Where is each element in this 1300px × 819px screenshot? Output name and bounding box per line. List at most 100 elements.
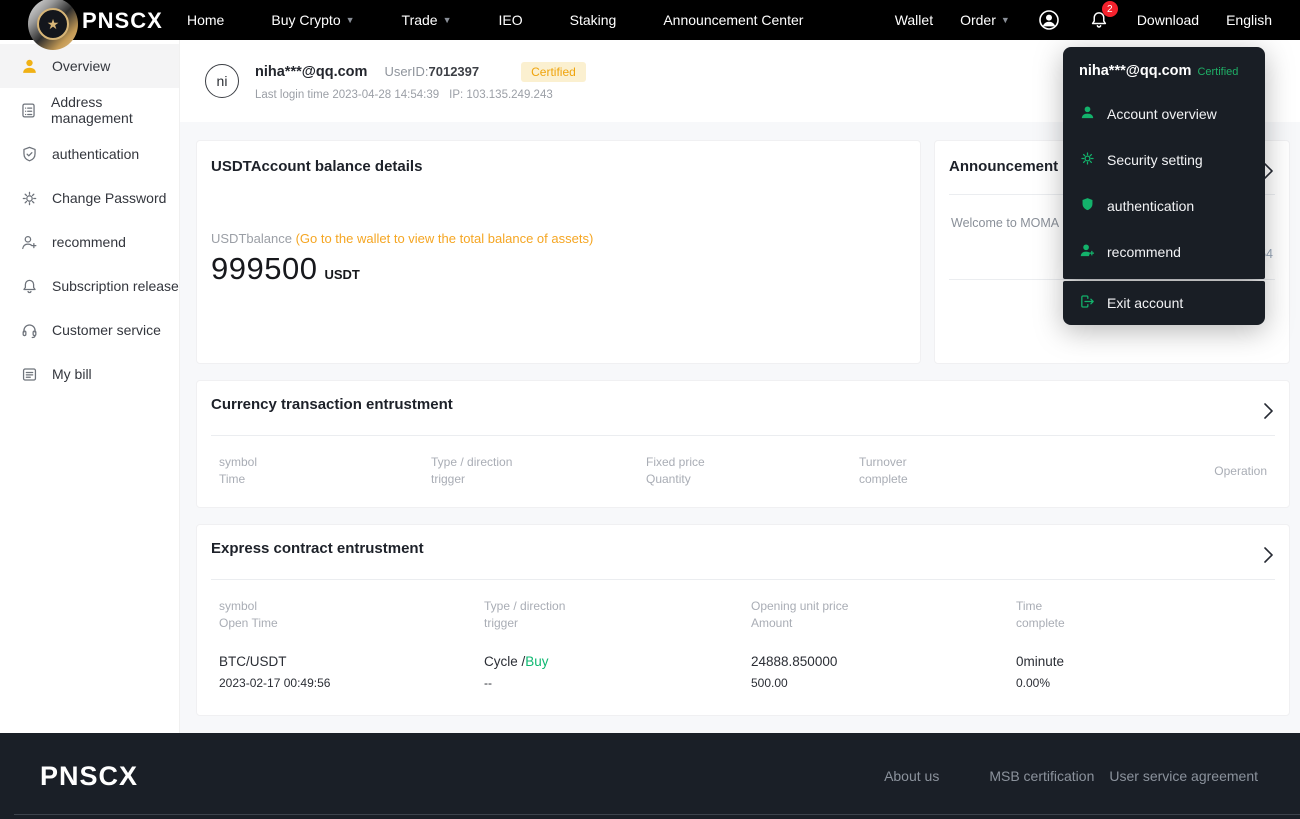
- footer: PNSCX About us MSB certification User se…: [0, 733, 1300, 819]
- dropdown-item-recommend[interactable]: recommend: [1079, 229, 1249, 275]
- table-row: BTC/USDT 2023-02-17 00:49:56 Cycle /Buy …: [219, 653, 1267, 692]
- express-section-title: Express contract entrustment: [211, 525, 1275, 557]
- user-id-label: UserID:: [384, 64, 428, 79]
- balance-amount: 999500: [211, 251, 317, 287]
- nav-right: Wallet Order▼ 2 Download English: [895, 8, 1272, 32]
- row-symbol: BTC/USDT: [219, 653, 484, 671]
- nav-item-staking[interactable]: Staking: [570, 12, 617, 28]
- nav-item-order[interactable]: Order▼: [960, 12, 1010, 28]
- announcement-item[interactable]: Welcome to MOMA: [951, 216, 1059, 230]
- nav-item-ieo[interactable]: IEO: [499, 12, 523, 28]
- sidebar-item-label: Change Password: [52, 190, 166, 206]
- sidebar-item-my-bill[interactable]: My bill: [0, 352, 179, 396]
- gear-icon: [1079, 150, 1096, 170]
- wallet-hint-link[interactable]: (Go to the wallet to view the total bala…: [296, 231, 594, 246]
- dropdown-item-authentication[interactable]: authentication: [1079, 183, 1249, 229]
- chevron-right-icon[interactable]: [1264, 403, 1273, 424]
- sidebar-item-label: recommend: [52, 234, 126, 250]
- row-complete: 0.00%: [1016, 674, 1267, 692]
- sidebar-item-overview[interactable]: Overview: [0, 44, 179, 88]
- bell-icon: [19, 276, 39, 296]
- nav-item-buy-crypto[interactable]: Buy Crypto▼: [271, 12, 354, 28]
- coin-logo-icon: ★: [28, 0, 78, 50]
- user-plus-icon: [19, 232, 39, 252]
- row-time: 0minute: [1016, 653, 1267, 671]
- row-amount: 500.00: [751, 674, 1016, 692]
- logo[interactable]: ★ PNSCX: [0, 0, 160, 40]
- currency-table-header: symbolTime Type / directiontrigger Fixed…: [219, 454, 1267, 488]
- user-id-value: 7012397: [429, 64, 480, 79]
- chevron-right-icon[interactable]: [1264, 163, 1273, 184]
- chevron-down-icon: ▼: [443, 16, 452, 25]
- last-login-time: Last login time 2023-04-28 14:54:39: [255, 89, 439, 101]
- page: ★ PNSCX Home Buy Crypto▼ Trade▼ IEO Stak…: [0, 0, 1300, 819]
- nav-item-language[interactable]: English: [1226, 12, 1272, 28]
- nav-item-announcement-center[interactable]: Announcement Center: [663, 12, 803, 28]
- bill-icon: [19, 364, 39, 384]
- sidebar-item-label: authentication: [52, 146, 139, 162]
- balance-label: USDTbalance: [211, 231, 292, 246]
- user-plus-icon: [1079, 242, 1096, 262]
- chevron-down-icon: ▼: [1001, 16, 1010, 25]
- sidebar-item-authentication[interactable]: authentication: [0, 132, 179, 176]
- sidebar-item-recommend[interactable]: recommend: [0, 220, 179, 264]
- shield-check-icon: [19, 144, 39, 164]
- headset-icon: [19, 320, 39, 340]
- sidebar-item-label: Subscription release: [52, 278, 179, 294]
- dropdown-item-exit-account[interactable]: Exit account: [1063, 281, 1265, 325]
- row-trigger: --: [484, 674, 751, 692]
- currency-entrustment-card: Currency transaction entrustment symbolT…: [196, 380, 1290, 508]
- express-table-header: symbolOpen Time Type / directiontrigger …: [219, 598, 1267, 632]
- account-dropdown: niha***@qq.com Certified Account overvie…: [1063, 47, 1265, 325]
- currency-section-title: Currency transaction entrustment: [211, 381, 1275, 413]
- user-icon: [1079, 104, 1096, 124]
- avatar: ni: [205, 64, 239, 98]
- nav-menu: Home Buy Crypto▼ Trade▼ IEO Staking Anno…: [187, 12, 803, 28]
- nav-item-trade[interactable]: Trade▼: [402, 12, 452, 28]
- sidebar-item-label: Address management: [51, 94, 179, 126]
- sidebar-item-label: Customer service: [52, 322, 161, 338]
- footer-link-user-service-agreement[interactable]: User service agreement: [1109, 768, 1258, 784]
- notification-bell-icon[interactable]: 2: [1088, 9, 1110, 31]
- sidebar-item-label: My bill: [52, 366, 92, 382]
- gear-icon: [19, 188, 39, 208]
- balance-card: USDTAccount balance details USDTbalance …: [196, 140, 921, 364]
- operation-header: Operation: [1214, 463, 1267, 480]
- footer-links: About us MSB certification User service …: [884, 768, 1258, 784]
- row-open-time: 2023-02-17 00:49:56: [219, 674, 484, 692]
- dropdown-item-security-setting[interactable]: Security setting: [1079, 137, 1249, 183]
- sidebar-item-change-password[interactable]: Change Password: [0, 176, 179, 220]
- sidebar-item-customer-service[interactable]: Customer service: [0, 308, 179, 352]
- footer-divider: [14, 814, 1300, 815]
- user-email: niha***@qq.com: [255, 64, 367, 80]
- brand-name[interactable]: PNSCX: [82, 8, 163, 34]
- chevron-down-icon: ▼: [346, 16, 355, 25]
- notification-count-badge: 2: [1102, 1, 1118, 17]
- express-entrustment-card: Express contract entrustment symbolOpen …: [196, 524, 1290, 716]
- shield-icon: [1079, 196, 1096, 216]
- nav-item-home[interactable]: Home: [187, 12, 224, 28]
- user-icon: [19, 56, 39, 76]
- footer-link-about-us[interactable]: About us: [884, 768, 939, 784]
- dropdown-item-account-overview[interactable]: Account overview: [1079, 91, 1249, 137]
- balance-unit: USDT: [324, 267, 359, 282]
- balance-card-title: USDTAccount balance details: [211, 158, 906, 175]
- address-list-icon: [19, 100, 38, 120]
- sidebar-item-label: Overview: [52, 58, 110, 74]
- nav-item-download[interactable]: Download: [1137, 12, 1199, 28]
- sidebar-item-subscription-release[interactable]: Subscription release: [0, 264, 179, 308]
- dropdown-certified-label: Certified: [1197, 66, 1238, 78]
- top-navbar: ★ PNSCX Home Buy Crypto▼ Trade▼ IEO Stak…: [0, 0, 1300, 40]
- logout-icon: [1079, 293, 1096, 313]
- nav-item-wallet[interactable]: Wallet: [895, 12, 933, 28]
- account-avatar-icon[interactable]: [1037, 8, 1061, 32]
- certified-badge: Certified: [521, 62, 586, 82]
- sidebar-item-address-management[interactable]: Address management: [0, 88, 179, 132]
- chevron-right-icon[interactable]: [1264, 547, 1273, 568]
- row-type: Cycle /Buy: [484, 653, 751, 671]
- row-price: 24888.850000: [751, 653, 1016, 671]
- footer-brand: PNSCX: [40, 761, 138, 792]
- footer-link-msb-certification[interactable]: MSB certification: [989, 768, 1094, 784]
- login-ip: IP: 103.135.249.243: [449, 89, 553, 101]
- buy-direction: Buy: [525, 654, 548, 669]
